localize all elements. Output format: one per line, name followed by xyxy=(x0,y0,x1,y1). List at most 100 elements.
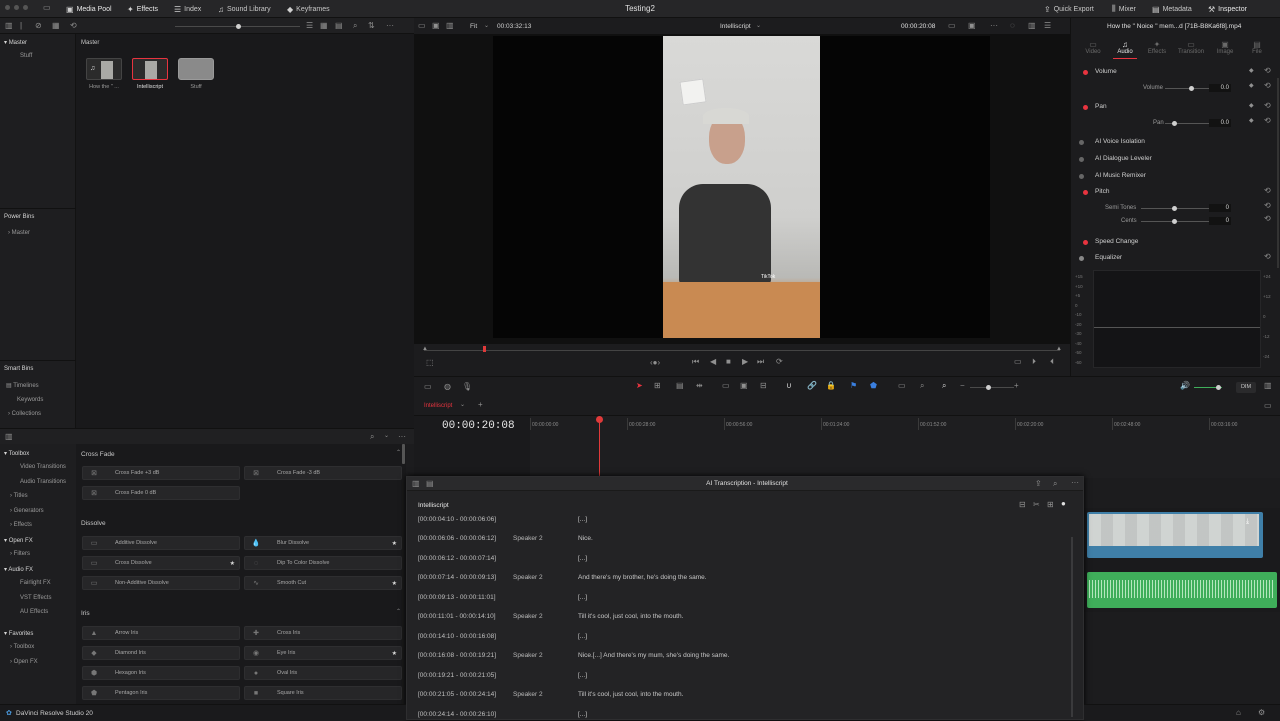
transcript-row[interactable]: [00:00:11:01 - 00:00:14:10] Speaker 2 Till… xyxy=(418,610,1058,624)
audio-icon[interactable]: ◌ xyxy=(1010,21,1015,30)
monitor-volume-knob[interactable] xyxy=(1216,385,1221,390)
video-transitions-item[interactable]: Video Transitions xyxy=(20,464,66,470)
transcript-timecode[interactable]: [00:00:11:01 - 00:00:14:10] xyxy=(418,613,513,620)
effect-additive-dissolve[interactable]: ▭ Additive Dissolve xyxy=(82,536,240,550)
timeline-view-icon[interactable]: ▭ xyxy=(424,382,432,391)
sync-icon[interactable]: ⟲ xyxy=(70,21,77,30)
generators-item[interactable]: › Generators xyxy=(10,508,44,514)
cents-slider[interactable] xyxy=(1141,221,1219,222)
jog-icon[interactable]: ‹●› xyxy=(650,358,660,367)
overlay-icon[interactable]: ▣ xyxy=(968,21,976,30)
pan-value[interactable]: 0.0 xyxy=(1209,119,1231,127)
metadata-view-icon[interactable]: ▤ xyxy=(335,21,343,30)
transcript-text[interactable]: [...] xyxy=(578,711,587,718)
volume-value[interactable]: 0.0 xyxy=(1209,84,1231,92)
ai-music-remixer-title[interactable]: AI Music Remixer xyxy=(1095,172,1146,179)
ai-voice-isolation-toggle[interactable] xyxy=(1079,140,1084,145)
effect-smooth-cut[interactable]: ∿ Smooth Cut ★ xyxy=(244,576,402,590)
add-timeline-icon[interactable]: + xyxy=(478,400,483,409)
effect-blur-dissolve[interactable]: 💧 Blur Dissolve ★ xyxy=(244,536,402,550)
scrubber-track[interactable] xyxy=(424,350,1060,351)
close-window-icon[interactable] xyxy=(5,5,10,10)
zoom-in-icon[interactable]: + xyxy=(1014,381,1019,390)
pitch-enable-toggle[interactable] xyxy=(1083,190,1088,195)
reset-icon[interactable]: ⟲ xyxy=(1264,81,1271,90)
collapse-icon[interactable]: ⌃ xyxy=(396,608,401,615)
full-extent-zoom-icon[interactable]: ▭ xyxy=(898,381,906,390)
cents-knob[interactable] xyxy=(1172,219,1177,224)
more-options-icon[interactable]: ··· xyxy=(1071,478,1079,487)
sidebar-toggle-icon[interactable]: ▥ xyxy=(5,432,13,441)
speaker-icon[interactable]: 🔊 xyxy=(1180,381,1190,390)
effects-item[interactable]: › Effects xyxy=(10,522,32,528)
stuff-bin[interactable]: Stuff xyxy=(20,53,32,59)
semi-tones-value[interactable]: 0 xyxy=(1209,204,1231,212)
keywords-bin[interactable]: Keywords xyxy=(17,397,43,403)
keyframes-button[interactable]: ◆ Keyframes xyxy=(287,3,330,15)
cut-icon[interactable]: ✂ xyxy=(1033,500,1040,509)
export-icon[interactable]: ⇪ xyxy=(1035,479,1042,488)
replace-clip-icon[interactable]: ⊟ xyxy=(760,381,767,390)
chevron-down-icon[interactable]: ⌄ xyxy=(460,401,465,408)
selection-tool-icon[interactable]: ➤ xyxy=(636,381,643,390)
viewer-mode-icon[interactable]: ▣ xyxy=(432,21,440,30)
pan-knob[interactable] xyxy=(1172,121,1177,126)
insert-icon[interactable]: ⊟ xyxy=(1019,500,1026,509)
loop-icon[interactable]: ⟳ xyxy=(776,357,783,366)
transcript-text[interactable]: [...] xyxy=(578,633,587,640)
fairlight-fx-item[interactable]: Fairlight FX xyxy=(20,580,51,586)
clip-thumbnail[interactable]: ♫ How the " ... xyxy=(86,58,122,114)
info-icon[interactable]: ● xyxy=(1061,499,1066,508)
sort-icon[interactable]: ⇅ xyxy=(368,21,375,30)
ai-dialogue-leveler-toggle[interactable] xyxy=(1079,157,1084,162)
menu-icon[interactable]: ☰ xyxy=(1044,21,1051,30)
favorite-star-icon[interactable]: ★ xyxy=(230,560,235,567)
video-frame[interactable]: TikTok xyxy=(663,36,820,338)
new-bin-icon[interactable]: ⊘ xyxy=(35,21,42,30)
tab-timeline-intelliscript[interactable]: Intelliscript xyxy=(424,403,452,409)
semi-tones-slider[interactable] xyxy=(1141,208,1219,209)
effect-square-iris[interactable]: ■ Square Iris xyxy=(244,686,402,700)
timeline-ruler[interactable]: 00:00:00:00 00:00:28:00 00:00:56:00 00:01:2… xyxy=(530,416,1280,478)
titles-item[interactable]: › Titles xyxy=(10,493,28,499)
monitor-icon[interactable]: ▭ xyxy=(43,3,51,12)
effect-dip-to-color-dissolve[interactable]: ◌ Dip To Color Dissolve xyxy=(244,556,402,570)
out-point-icon[interactable]: ▲ xyxy=(1056,346,1062,352)
pan-enable-toggle[interactable] xyxy=(1083,105,1088,110)
effect-cross-iris[interactable]: ✚ Cross Iris xyxy=(244,626,402,640)
keyframe-icon[interactable]: ◆ xyxy=(1249,102,1254,109)
next-edit-icon[interactable]: ⏵ xyxy=(1032,357,1036,367)
tab-transition[interactable]: ▭ Transition xyxy=(1175,40,1207,55)
viewer-options-icon[interactable]: ▭ xyxy=(948,21,956,30)
fav-open-fx-item[interactable]: › Open FX xyxy=(10,659,38,665)
audio-fx-item[interactable]: ▾ Audio FX xyxy=(4,566,33,573)
folder-thumbnail[interactable]: Stuff xyxy=(178,58,214,114)
transcript-text[interactable]: [...] xyxy=(578,516,587,523)
detail-zoom-icon[interactable]: ⌕ xyxy=(920,381,924,391)
favorite-star-icon[interactable]: ★ xyxy=(392,540,397,547)
transcript-timecode[interactable]: [00:00:19:21 - 00:00:21:05] xyxy=(418,672,513,679)
add-icon[interactable]: ⊞ xyxy=(1047,500,1054,509)
effect-pentagon-iris[interactable]: ⬟ Pentagon Iris xyxy=(82,686,240,700)
transcript-timecode[interactable]: [00:00:09:13 - 00:00:11:01] xyxy=(418,594,513,601)
settings-gear-icon[interactable]: ⚙ xyxy=(1258,708,1265,717)
effect-diamond-iris[interactable]: ◆ Diamond Iris xyxy=(82,646,240,660)
cents-value[interactable]: 0 xyxy=(1209,217,1231,225)
transcript-text[interactable]: And there's my brother, he's doing the s… xyxy=(578,574,707,581)
tab-video[interactable]: ▭ Video xyxy=(1077,40,1109,55)
chevron-down-icon[interactable]: ⌄ xyxy=(384,432,389,439)
maximize-window-icon[interactable] xyxy=(23,5,28,10)
panel-toggle-icon[interactable]: ▥ xyxy=(1028,21,1036,30)
go-to-start-icon[interactable]: ⏮ xyxy=(692,357,699,367)
transcript-row[interactable]: [00:00:19:21 - 00:00:21:05] [...] xyxy=(418,668,1058,682)
transcript-row[interactable]: [00:00:06:06 - 00:00:06:12] Speaker 2 Nice… xyxy=(418,532,1058,546)
reset-icon[interactable]: ⟲ xyxy=(1264,201,1271,210)
favorites-item[interactable]: ▾ Favorites xyxy=(4,630,33,637)
effect-non-additive-dissolve[interactable]: ▭ Non-Additive Dissolve xyxy=(82,576,240,590)
ai-voice-isolation-title[interactable]: AI Voice Isolation xyxy=(1095,138,1145,145)
au-effects-item[interactable]: AU Effects xyxy=(20,609,48,615)
timeline-thumbnail[interactable]: Intelliscript xyxy=(132,58,168,114)
favorite-star-icon[interactable]: ★ xyxy=(392,650,397,657)
timeline-options-icon[interactable]: ▭ xyxy=(1264,401,1272,410)
transcript-row[interactable]: [00:00:07:14 - 00:00:09:13] Speaker 2 And … xyxy=(418,571,1058,585)
